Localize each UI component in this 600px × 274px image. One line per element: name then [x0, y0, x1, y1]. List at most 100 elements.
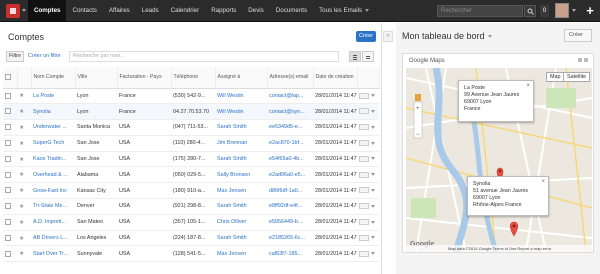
email-link[interactable]: d86f6df-1a0... — [267, 182, 313, 200]
close-icon[interactable]: × — [526, 83, 530, 90]
row-actions-dropdown[interactable] — [357, 151, 379, 168]
row-actions-dropdown[interactable] — [357, 245, 379, 263]
chevron-down-icon[interactable] — [22, 9, 26, 12]
email-link[interactable]: e54f65a0-4b... — [267, 151, 313, 168]
account-name-link[interactable]: SuperG Tech — [31, 135, 75, 152]
account-name-link[interactable]: Synolia — [31, 103, 75, 121]
row-actions-dropdown[interactable] — [357, 214, 379, 231]
account-name-link[interactable]: Overhead & ... — [31, 166, 75, 184]
row-actions-dropdown[interactable] — [357, 182, 379, 200]
table-row[interactable]: ★ Grow-Fast Inc Kansas City USA (180) 91… — [3, 182, 379, 200]
dashboard-create-dropdown[interactable]: Créer — [564, 29, 592, 42]
row-actions-dropdown[interactable] — [357, 230, 379, 247]
row-checkbox[interactable] — [3, 103, 17, 121]
email-link[interactable]: e5056449-b... — [267, 214, 313, 231]
global-search-input[interactable]: Rechercher — [437, 5, 523, 17]
nav-item-tous-les-emails[interactable]: Tous les Emails — [313, 0, 375, 22]
table-row[interactable]: ★ Tri-State Me... Denver USA (921) 298-8… — [3, 198, 379, 215]
star-icon[interactable]: ★ — [17, 198, 31, 215]
row-checkbox[interactable] — [3, 166, 17, 184]
account-name-link[interactable]: AB Drivers L... — [31, 230, 75, 247]
nav-item-contacts[interactable]: Contacts — [66, 0, 102, 22]
widget-settings-icon[interactable] — [578, 57, 588, 64]
star-icon[interactable]: ★ — [17, 88, 31, 105]
nav-item-affaires[interactable]: Affaires — [103, 0, 136, 22]
search-button[interactable] — [524, 5, 536, 17]
table-row[interactable]: ★ Overhead & ... Alabama USA (050) 029-5… — [3, 166, 379, 184]
star-icon[interactable]: ★ — [17, 135, 31, 152]
table-row[interactable]: ★ La Poste Lyon France (530) 542-9... Wi… — [3, 88, 379, 105]
row-actions-dropdown[interactable] — [357, 88, 379, 105]
column-header-nom-compte[interactable]: Nom Compte — [31, 67, 76, 89]
email-link[interactable]: ee5349d5-e... — [267, 119, 313, 136]
assigned-user-link[interactable]: Sarah Smith — [215, 119, 267, 136]
column-header-date-creation[interactable]: Date de création — [313, 67, 358, 89]
table-row[interactable]: ★ Underwater ... Santa Monica USA (047) … — [3, 119, 379, 136]
create-button[interactable]: Créer — [356, 31, 376, 42]
nav-item-leads[interactable]: Leads — [136, 0, 165, 22]
row-checkbox[interactable] — [3, 151, 17, 168]
app-logo[interactable] — [6, 4, 20, 18]
star-icon[interactable]: ★ — [17, 230, 31, 247]
notifications-badge[interactable]: 0 — [540, 5, 549, 17]
star-icon[interactable]: ★ — [17, 151, 31, 168]
table-row[interactable]: ★ A.D. Importi... San Mateo USA (357) 10… — [3, 214, 379, 231]
table-row[interactable]: ★ SuperG Tech San Jose USA (110) 280-4..… — [3, 135, 379, 152]
assigned-user-link[interactable]: Max Jensen — [215, 245, 267, 263]
tile-view-toggle[interactable] — [362, 51, 374, 62]
star-icon[interactable]: ★ — [17, 103, 31, 121]
collapse-panel-button[interactable]: » — [383, 31, 393, 42]
nav-item-devis[interactable]: Devis — [242, 0, 269, 22]
email-link[interactable]: contact@syn... — [267, 103, 313, 121]
nav-item-calendrier[interactable]: Calendrier — [165, 0, 206, 22]
account-name-link[interactable]: La Poste — [31, 88, 75, 105]
row-checkbox[interactable] — [3, 182, 17, 200]
assigned-user-link[interactable]: Jim Brennan — [215, 135, 267, 152]
star-icon[interactable]: ★ — [17, 245, 31, 263]
email-link[interactable]: caf63f7-185... — [267, 245, 313, 263]
column-header-email[interactable]: Adresse(s) email — [267, 67, 314, 89]
row-checkbox[interactable] — [3, 230, 17, 247]
assigned-user-link[interactable]: Max Jensen — [215, 182, 267, 200]
column-header-assigne[interactable]: Assigné à — [215, 67, 268, 89]
email-link[interactable]: e8ff92df-e4f... — [267, 198, 313, 215]
create-filter-link[interactable]: Créer un filtre — [28, 51, 61, 62]
chevron-down-icon[interactable] — [572, 9, 576, 12]
dashboard-title[interactable]: Mon tableau de bord — [402, 31, 492, 41]
assigned-user-link[interactable]: Will Westin — [215, 88, 267, 105]
row-actions-dropdown[interactable] — [357, 103, 379, 121]
table-row[interactable]: ★ Start Over Tr... Sunnyvale USA (128) 5… — [3, 245, 379, 263]
row-actions-dropdown[interactable] — [357, 135, 379, 152]
nav-item-documents[interactable]: Documents — [270, 0, 313, 22]
map-type-map-button[interactable]: Map — [546, 72, 565, 82]
account-name-link[interactable]: Kaos Tradin... — [31, 151, 75, 168]
email-link[interactable]: e2185265-6c... — [267, 230, 313, 247]
star-icon[interactable]: ★ — [17, 214, 31, 231]
email-link[interactable]: e2ad06a0-e5... — [267, 166, 313, 184]
row-actions-dropdown[interactable] — [357, 198, 379, 215]
nav-item-rapports[interactable]: Rapports — [205, 0, 242, 22]
account-name-link[interactable]: Start Over Tr... — [31, 245, 75, 263]
row-actions-dropdown[interactable] — [357, 166, 379, 184]
assigned-user-link[interactable]: Chris Olliver — [215, 214, 267, 231]
star-icon[interactable]: ★ — [17, 119, 31, 136]
search-by-name-input[interactable]: Recherche par nom... — [69, 51, 339, 62]
filter-dropdown-button[interactable]: Filtre — [6, 51, 24, 62]
close-icon[interactable]: × — [541, 179, 545, 186]
row-actions-dropdown[interactable] — [357, 119, 379, 136]
column-header-ville[interactable]: Ville — [75, 67, 118, 89]
row-checkbox[interactable] — [3, 135, 17, 152]
email-link[interactable]: contact@lap... — [267, 88, 313, 105]
table-row[interactable]: ★ Synolia Lyon France 04.27.70.53.70 Wil… — [3, 103, 379, 121]
table-row[interactable]: ★ AB Drivers L... Los Angeles USA (224) … — [3, 230, 379, 247]
select-all-checkbox[interactable] — [3, 67, 18, 89]
account-name-link[interactable]: Grow-Fast Inc — [31, 182, 75, 200]
account-name-link[interactable]: Underwater ... — [31, 119, 75, 136]
table-row[interactable]: ★ Kaos Tradin... San Jose USA (175) 280-… — [3, 151, 379, 168]
assigned-user-link[interactable]: Will Westin — [215, 103, 267, 121]
row-checkbox[interactable] — [3, 198, 17, 215]
assigned-user-link[interactable]: Sally Bronsen — [215, 166, 267, 184]
row-checkbox[interactable] — [3, 245, 17, 263]
row-checkbox[interactable] — [3, 119, 17, 136]
map-type-satellite-button[interactable]: Satellite — [563, 72, 591, 82]
